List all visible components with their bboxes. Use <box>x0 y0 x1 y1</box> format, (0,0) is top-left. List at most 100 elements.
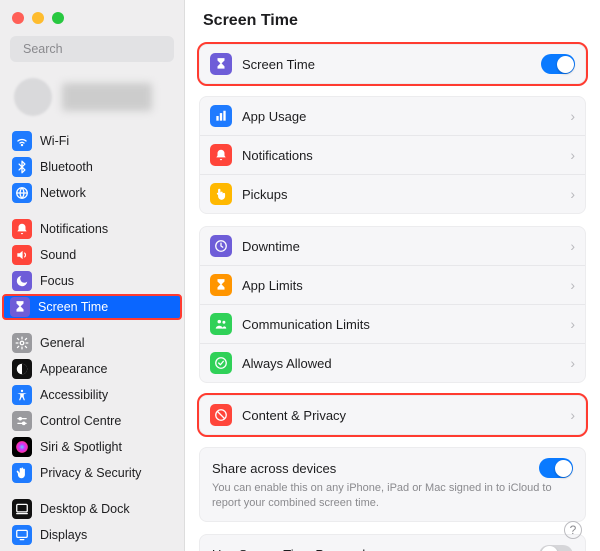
sidebar-item-label: Bluetooth <box>40 160 93 174</box>
share-panel: Share across devices You can enable this… <box>199 447 586 522</box>
sidebar-item-desktop-dock[interactable]: Desktop & Dock <box>6 496 178 522</box>
sound-icon <box>12 245 32 265</box>
share-toggle[interactable] <box>539 458 573 478</box>
row-label: Communication Limits <box>242 317 560 332</box>
row-always-allowed[interactable]: Always Allowed › <box>200 343 585 382</box>
chevron-right-icon: › <box>570 316 575 332</box>
sidebar-item-label: Siri & Spotlight <box>40 440 122 454</box>
sidebar-item-sound[interactable]: Sound <box>6 242 178 268</box>
sidebar-item-wi-fi[interactable]: Wi-Fi <box>6 128 178 154</box>
row-label: App Limits <box>242 278 560 293</box>
search-field[interactable] <box>23 42 184 56</box>
sidebar-item-control-centre[interactable]: Control Centre <box>6 408 178 434</box>
chevron-right-icon: › <box>570 108 575 124</box>
sidebar-item-label: Control Centre <box>40 414 121 428</box>
comm-icon <box>210 313 232 335</box>
siri-icon <box>12 437 32 457</box>
sidebar-item-label: Wi-Fi <box>40 134 69 148</box>
chevron-right-icon: › <box>570 186 575 202</box>
close-icon[interactable] <box>12 12 24 24</box>
chevron-right-icon: › <box>570 147 575 163</box>
sidebar-item-label: Sound <box>40 248 76 262</box>
window-controls <box>0 0 184 32</box>
sidebar-item-label: Privacy & Security <box>40 466 141 480</box>
content-privacy-row[interactable]: Content & Privacy › <box>200 396 585 434</box>
sidebar-item-privacy-security[interactable]: Privacy & Security <box>6 460 178 486</box>
sidebar-item-appearance[interactable]: Appearance <box>6 356 178 382</box>
bt-icon <box>12 157 32 177</box>
screen-time-row[interactable]: Screen Time <box>200 45 585 83</box>
nope-icon <box>210 404 232 426</box>
sidebar-item-label: Notifications <box>40 222 108 236</box>
sidebar-item-displays[interactable]: Displays <box>6 522 178 548</box>
chevron-right-icon: › <box>570 277 575 293</box>
sidebar-item-label: Screen Time <box>38 300 108 314</box>
help-icon[interactable]: ? <box>564 521 582 539</box>
pickup-icon <box>210 183 232 205</box>
sidebar-item-network[interactable]: Network <box>6 180 178 206</box>
limits-panel: Downtime›App Limits›Communication Limits… <box>199 226 586 383</box>
disp-icon <box>12 525 32 545</box>
hand-icon <box>12 463 32 483</box>
sidebar-item-bluetooth[interactable]: Bluetooth <box>6 154 178 180</box>
chevron-right-icon: › <box>570 355 575 371</box>
content-privacy-label: Content & Privacy <box>242 408 560 423</box>
check-icon <box>210 352 232 374</box>
row-communication-limits[interactable]: Communication Limits › <box>200 304 585 343</box>
clock-icon <box>210 235 232 257</box>
sidebar-item-screen-time[interactable]: Screen Time <box>2 294 182 320</box>
wifi-icon <box>12 131 32 151</box>
content-area: Screen Time Screen Time App Usage›Notifi… <box>185 0 600 551</box>
appearance-icon <box>12 359 32 379</box>
share-subtitle: You can enable this on any iPhone, iPad … <box>212 481 573 511</box>
moon-icon <box>12 271 32 291</box>
sidebar-item-label: Displays <box>40 528 87 542</box>
account-button[interactable] <box>10 74 174 120</box>
row-downtime[interactable]: Downtime › <box>200 227 585 265</box>
row-label: Pickups <box>242 187 560 202</box>
sidebar-item-label: Appearance <box>40 362 107 376</box>
acc-icon <box>12 385 32 405</box>
ctrl-icon <box>12 411 32 431</box>
chevron-right-icon: › <box>570 407 575 423</box>
account-label <box>62 83 152 111</box>
row-app-usage[interactable]: App Usage › <box>200 97 585 135</box>
row-label: Downtime <box>242 239 560 254</box>
sidebar-item-general[interactable]: General <box>6 330 178 356</box>
sidebar-item-label: Network <box>40 186 86 200</box>
sidebar-item-label: Desktop & Dock <box>40 502 130 516</box>
passcode-panel: Use Screen Time Passcode Use a passcode … <box>199 534 586 551</box>
row-app-limits[interactable]: App Limits › <box>200 265 585 304</box>
sidebar: Wi-Fi Bluetooth Network Notifications Sound F… <box>0 0 185 551</box>
row-label: Notifications <box>242 148 560 163</box>
hourglass-icon <box>210 53 232 75</box>
fullscreen-icon[interactable] <box>52 12 64 24</box>
gear-icon <box>12 333 32 353</box>
avatar <box>14 78 52 116</box>
passcode-toggle[interactable] <box>539 545 573 551</box>
page-title: Screen Time <box>203 12 586 30</box>
dock-icon <box>12 499 32 519</box>
window: Wi-Fi Bluetooth Network Notifications Sound F… <box>0 0 600 551</box>
passcode-title: Use Screen Time Passcode <box>212 547 372 551</box>
chevron-right-icon: › <box>570 238 575 254</box>
share-title: Share across devices <box>212 461 336 476</box>
minimize-icon[interactable] <box>32 12 44 24</box>
usage-panel: App Usage › Notifications › Pickups › <box>199 96 586 214</box>
sidebar-item-siri-spotlight[interactable]: Siri & Spotlight <box>6 434 178 460</box>
row-label: App Usage <box>242 109 560 124</box>
hourglass-icon <box>210 274 232 296</box>
search-input[interactable] <box>10 36 174 62</box>
row-label: Always Allowed <box>242 356 560 371</box>
sidebar-item-focus[interactable]: Focus <box>6 268 178 294</box>
screen-time-toggle[interactable] <box>541 54 575 74</box>
row-pickups[interactable]: Pickups › <box>200 174 585 213</box>
content-privacy-panel: Content & Privacy › <box>199 395 586 435</box>
sidebar-item-label: General <box>40 336 84 350</box>
sidebar-item-label: Accessibility <box>40 388 108 402</box>
sidebar-item-accessibility[interactable]: Accessibility <box>6 382 178 408</box>
row-notifications[interactable]: Notifications › <box>200 135 585 174</box>
sidebar-item-notifications[interactable]: Notifications <box>6 216 178 242</box>
bell-icon <box>12 219 32 239</box>
screen-time-toggle-panel: Screen Time <box>199 44 586 84</box>
